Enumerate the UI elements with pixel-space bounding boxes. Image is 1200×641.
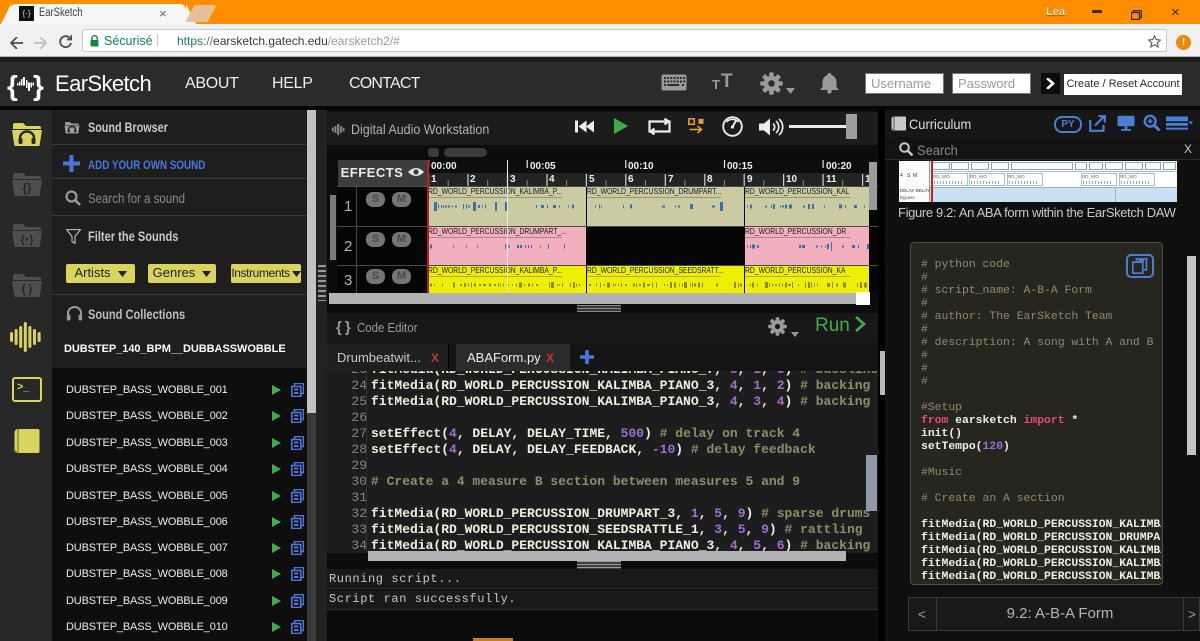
svg-text:( ): ( ) [22, 282, 32, 296]
svg-text:{}: {} [22, 181, 32, 195]
